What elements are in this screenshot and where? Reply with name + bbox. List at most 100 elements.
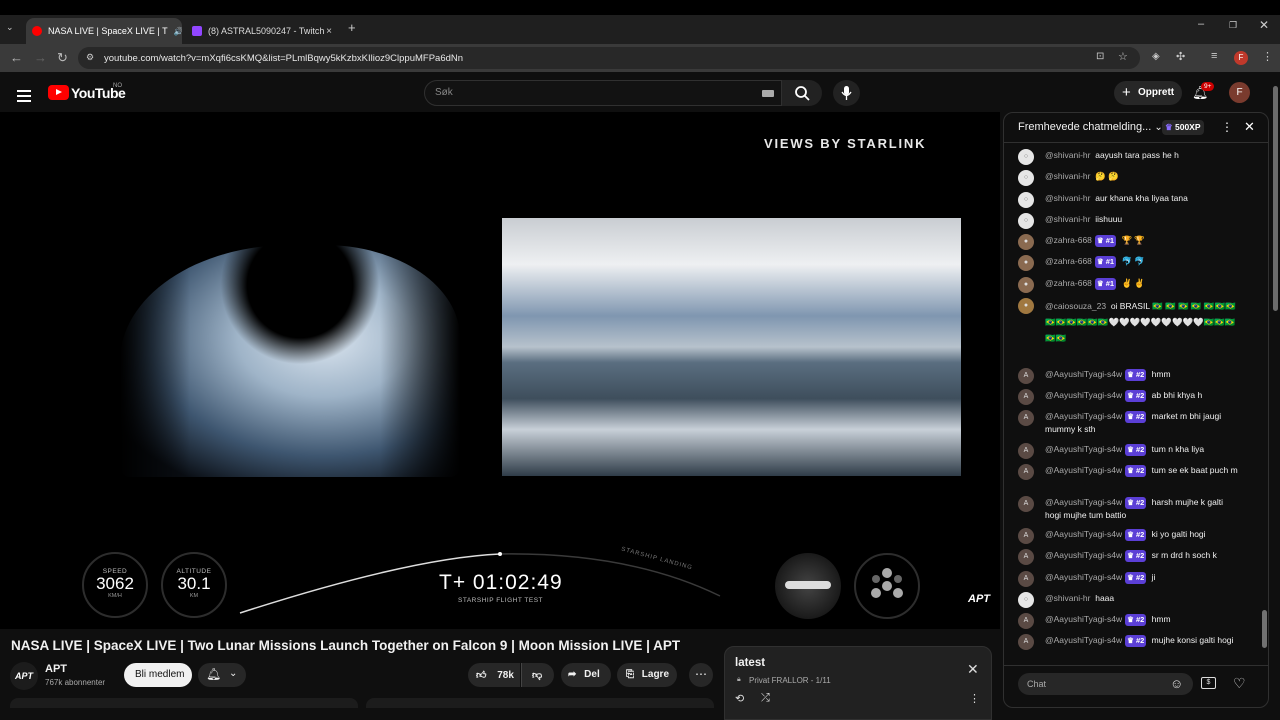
install-icon[interactable]: ⊡ (1096, 51, 1104, 62)
user-avatar[interactable]: A (1018, 496, 1034, 512)
chat-author[interactable]: @AayushiTyagi-s4w (1045, 497, 1122, 507)
user-avatar[interactable]: A (1018, 634, 1034, 650)
create-button[interactable]: + Opprett (1114, 81, 1182, 105)
restore-icon[interactable]: ❐ (1229, 20, 1237, 31)
user-avatar[interactable]: A (1018, 389, 1034, 405)
profile-icon[interactable]: F (1234, 51, 1248, 65)
user-avatar[interactable]: A (1018, 443, 1034, 459)
site-info-icon[interactable]: ⚙ (86, 52, 94, 63)
chat-author[interactable]: @shivani-hr (1045, 150, 1090, 160)
new-tab-button[interactable]: + (348, 20, 356, 35)
bookmark-star-icon[interactable]: ☆ (1118, 50, 1128, 63)
user-avatar[interactable]: ● (1018, 255, 1034, 271)
chat-input[interactable]: Chat (1018, 673, 1193, 695)
user-avatar[interactable]: ● (1018, 298, 1034, 314)
description-box[interactable] (10, 698, 358, 708)
close-tab-icon[interactable]: × (326, 26, 332, 37)
keyboard-icon[interactable] (762, 90, 774, 97)
user-avatar[interactable]: ● (1018, 234, 1034, 250)
user-avatar[interactable]: A (1018, 571, 1034, 587)
chat-author[interactable]: @shivani-hr (1045, 593, 1090, 603)
chat-author[interactable]: @AayushiTyagi-s4w (1045, 572, 1122, 582)
mic-icon (841, 86, 852, 100)
more-actions-button[interactable]: ⋯ (689, 663, 713, 687)
user-avatar[interactable]: ○ (1018, 592, 1034, 608)
page-scroll-thumb[interactable] (1273, 86, 1278, 311)
speaker-icon[interactable]: 🔊 (174, 27, 182, 36)
chat-author[interactable]: @AayushiTyagi-s4w (1045, 529, 1122, 539)
save-button[interactable]: ⎘ Lagre (617, 663, 677, 687)
user-avatar[interactable]: A (1018, 528, 1034, 544)
puzzle-icon[interactable]: ✣ (1176, 50, 1185, 63)
channel-name[interactable]: APT (45, 663, 67, 675)
close-playlist-icon[interactable]: ✕ (967, 661, 979, 678)
member-badge: ♛ #2 (1125, 497, 1147, 509)
chat-menu-icon[interactable]: ⋮ (1221, 120, 1233, 134)
chat-author[interactable]: @zahra-668 (1045, 278, 1092, 288)
youtube-logo-icon[interactable] (48, 85, 69, 100)
search-button[interactable] (782, 80, 822, 106)
tab-list-icon[interactable]: ⌄ (6, 22, 14, 33)
browser-menu-icon[interactable]: ⋮ (1262, 50, 1273, 63)
super-chat-icon[interactable]: $ (1201, 677, 1216, 689)
share-button[interactable]: ➦ Del (561, 663, 611, 687)
chat-author[interactable]: @shivani-hr (1045, 171, 1090, 181)
url-field[interactable]: ⚙ youtube.com/watch?v=mXqfi6csKMQ&list=P… (78, 47, 1140, 69)
chat-author[interactable]: @AayushiTyagi-s4w (1045, 635, 1122, 645)
user-avatar[interactable]: A (1018, 368, 1034, 384)
like-button[interactable]: 👍︎ 78k (468, 663, 520, 687)
chat-author[interactable]: @AayushiTyagi-s4w (1045, 369, 1122, 379)
media-control-icon[interactable]: ≡ (1211, 50, 1217, 62)
info-box[interactable] (366, 698, 714, 708)
back-icon[interactable]: ← (10, 50, 23, 65)
playlist-menu-icon[interactable]: ⋮ (969, 692, 980, 705)
loop-icon[interactable]: ⟲ (735, 692, 744, 705)
page-scrollbar[interactable] (1271, 72, 1280, 720)
chat-author[interactable]: @zahra-668 (1045, 256, 1092, 266)
user-avatar[interactable]: A (1018, 613, 1034, 629)
close-chat-icon[interactable]: ✕ (1244, 119, 1255, 135)
tab-youtube[interactable]: NASA LIVE | SpaceX LIVE | T 🔊 × (26, 18, 182, 44)
chat-author[interactable]: @shivani-hr (1045, 214, 1090, 224)
chat-author[interactable]: @AayushiTyagi-s4w (1045, 465, 1122, 475)
join-button[interactable]: Bli medlem (124, 663, 192, 687)
user-avatar[interactable]: ○ (1018, 192, 1034, 208)
channel-avatar[interactable]: APT (10, 662, 38, 690)
tab-twitch[interactable]: (8) ASTRAL5090247 - Twitch × (186, 18, 338, 44)
user-avatar[interactable]: ● (1018, 277, 1034, 293)
chat-author[interactable]: @caiosouza_23 (1045, 301, 1106, 311)
user-avatar[interactable]: ○ (1018, 170, 1034, 186)
user-avatar[interactable]: A (1018, 464, 1034, 480)
chat-author[interactable]: @shivani-hr (1045, 193, 1090, 203)
chat-scroll-thumb[interactable] (1262, 610, 1267, 648)
voice-search-button[interactable] (833, 80, 860, 106)
user-avatar[interactable]: A (1018, 410, 1034, 426)
account-avatar[interactable]: F (1229, 82, 1250, 103)
user-avatar[interactable]: A (1018, 549, 1034, 565)
playlist-title[interactable]: latest (735, 657, 765, 669)
heart-icon[interactable]: ♡ (1233, 675, 1246, 692)
chat-author[interactable]: @AayushiTyagi-s4w (1045, 444, 1122, 454)
reload-icon[interactable]: ↻ (57, 50, 68, 66)
emoji-icon[interactable]: ☺ (1170, 676, 1183, 691)
user-avatar[interactable]: ○ (1018, 213, 1034, 229)
chat-author[interactable]: @AayushiTyagi-s4w (1045, 614, 1122, 624)
search-input[interactable]: Søk (424, 80, 782, 106)
extension-icon[interactable]: ◈ (1152, 51, 1160, 62)
chat-message: A @AayushiTyagi-s4w ♛ #2 ki yo galti hogi (1018, 528, 1248, 544)
chat-author[interactable]: @AayushiTyagi-s4w (1045, 550, 1122, 560)
chat-author[interactable]: @zahra-668 (1045, 235, 1092, 245)
xp-badge[interactable]: ♛ 500XP (1162, 120, 1204, 135)
chat-author[interactable]: @AayushiTyagi-s4w (1045, 411, 1122, 421)
shuffle-icon[interactable]: ⤮ (761, 692, 770, 705)
window-close-icon[interactable]: ✕ (1259, 18, 1269, 32)
notification-settings-button[interactable]: 🔔︎ ⌄ (198, 663, 246, 687)
minimize-icon[interactable]: – (1198, 18, 1204, 30)
chat-author[interactable]: @AayushiTyagi-s4w (1045, 390, 1122, 400)
dislike-button[interactable]: 👎︎ (521, 663, 554, 687)
chat-mode-selector[interactable]: Fremhevede chatmelding... ⌄ (1018, 121, 1163, 133)
chat-scrollbar[interactable] (1262, 148, 1267, 664)
user-avatar[interactable]: ○ (1018, 149, 1034, 165)
forward-icon[interactable]: → (34, 50, 47, 65)
menu-icon[interactable] (17, 87, 31, 105)
